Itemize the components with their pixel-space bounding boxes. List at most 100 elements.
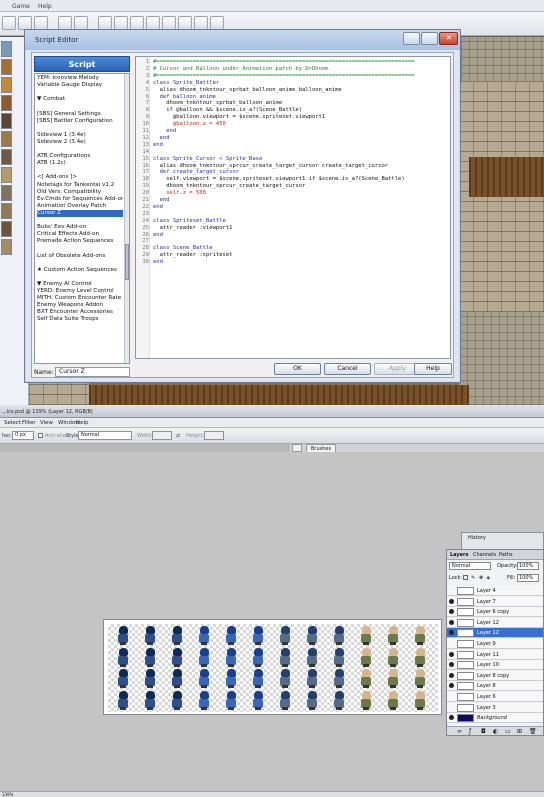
code-editor[interactable]: 1 #======================================… [135, 56, 451, 359]
swap-icon[interactable]: ⇄ [176, 433, 180, 439]
document-canvas[interactable] [103, 619, 442, 715]
toolbar-button[interactable] [98, 16, 112, 30]
link-icon[interactable]: ∞ [457, 728, 462, 735]
script-list-item[interactable]: [SBS] General Settings [37, 111, 123, 118]
group-icon[interactable]: ▭ [505, 728, 511, 735]
tab-channels[interactable]: Channels [473, 552, 496, 558]
script-list-item[interactable]: List of Obsolete Add-ons [37, 253, 123, 260]
script-list-item[interactable]: MITH: Custom Encounter Rate [37, 295, 123, 302]
toolbar-button[interactable] [178, 16, 192, 30]
zoom-readout[interactable]: 139% [2, 792, 13, 797]
script-list-item[interactable] [37, 146, 123, 153]
ps-menu-view[interactable]: View [40, 420, 53, 426]
tileset-thumb[interactable] [1, 131, 12, 147]
ps-menu-select[interactable]: Select [4, 420, 21, 426]
script-list-item[interactable]: YERD: Enemy Level Control [37, 288, 123, 295]
visibility-eye-icon[interactable] [449, 609, 454, 615]
cancel-button[interactable]: Cancel [324, 363, 371, 375]
script-list-item[interactable]: ▼ Enemy AI Control [37, 281, 123, 288]
script-list-item[interactable] [37, 217, 123, 224]
toolbar-button[interactable] [58, 16, 72, 30]
tileset-thumb[interactable] [1, 203, 12, 219]
visibility-eye-icon[interactable] [449, 705, 454, 710]
script-list-item[interactable] [37, 167, 123, 174]
tileset-thumb[interactable] [1, 95, 12, 111]
toolbar-button[interactable] [114, 16, 128, 30]
script-list-item[interactable]: Animation Overlay Patch [37, 203, 123, 210]
script-list-item[interactable]: YEM: Iconview Melody [37, 75, 123, 82]
visibility-eye-icon[interactable] [449, 619, 454, 625]
toolbar-button[interactable] [162, 16, 176, 30]
ps-menu-filter[interactable]: Filter [22, 420, 36, 426]
visibility-eye-icon[interactable] [449, 694, 454, 699]
layer-row[interactable]: Layer 10 [447, 660, 543, 671]
ok-button[interactable]: OK [274, 363, 321, 375]
script-list-item[interactable]: Notetags for Tankentai v1.2 [37, 182, 123, 189]
layer-row[interactable]: Layer 12 [447, 628, 543, 639]
script-list-scrollbar[interactable] [124, 74, 129, 363]
toolbar-button[interactable] [18, 16, 32, 30]
script-list-item[interactable] [37, 103, 123, 110]
close-button[interactable]: ✕ [439, 32, 458, 45]
mask-icon[interactable]: ◘ [481, 728, 486, 735]
toolbar-button[interactable] [74, 16, 88, 30]
script-list-item[interactable] [37, 89, 123, 96]
tileset-thumb[interactable] [1, 77, 12, 93]
height-input[interactable] [204, 431, 224, 440]
script-list-item[interactable]: Premade Action Sequences [37, 238, 123, 245]
brush-icon[interactable] [292, 444, 302, 452]
fx-icon[interactable]: ƒ [469, 728, 471, 735]
tileset-thumb[interactable] [1, 167, 12, 183]
toolbar-button[interactable] [146, 16, 160, 30]
toolbar-button[interactable] [2, 16, 16, 30]
layer-row[interactable]: Layer 12 [447, 617, 543, 628]
tab-paths[interactable]: Paths [499, 552, 513, 558]
layer-row[interactable]: Layer 3 [447, 702, 543, 713]
script-list-item[interactable]: ATB Configurations [37, 153, 123, 160]
ps-menu-help[interactable]: Help [76, 420, 89, 426]
script-list-item[interactable]: ATB (1.2c) [37, 160, 123, 167]
layer-row[interactable]: Layer 8 copy [447, 670, 543, 681]
visibility-eye-icon[interactable] [449, 630, 454, 636]
script-list[interactable]: YEM: Iconview Melody Variable Gauge Displ… [34, 73, 130, 364]
script-list-item[interactable] [37, 260, 123, 267]
layer-row[interactable]: Layer 11 [447, 649, 543, 660]
adjustment-icon[interactable]: ◐ [493, 728, 498, 735]
menu-game[interactable]: Game [12, 3, 30, 10]
visibility-eye-icon[interactable] [449, 662, 454, 668]
script-list-item[interactable]: ★ Custom Action Sequences [37, 267, 123, 274]
visibility-eye-icon[interactable] [449, 641, 454, 646]
tileset-thumb[interactable] [1, 239, 12, 255]
script-list-item[interactable]: Old Vers. Compatibility [37, 189, 123, 196]
script-list-item[interactable] [37, 125, 123, 132]
tileset-thumb[interactable] [1, 59, 12, 75]
scrollbar-thumb[interactable] [125, 244, 129, 280]
feather-input[interactable]: 0 px [12, 431, 34, 440]
lock-position-icon[interactable]: ✥ [479, 575, 483, 581]
visibility-eye-icon[interactable] [449, 598, 454, 604]
layer-row[interactable]: Layer 9 [447, 639, 543, 649]
layer-list[interactable]: Layer 4 Layer 7 Layer 6 copy Layer 12 Layer … [447, 586, 543, 724]
maximize-button[interactable] [421, 32, 438, 45]
script-list-item[interactable]: Sideview 1 (3.4e) [37, 132, 123, 139]
window-titlebar[interactable]: Script Editor ✕ [25, 30, 460, 50]
tileset-thumb[interactable] [1, 221, 12, 237]
script-list-item[interactable]: [SBS] Battler Configuration [37, 118, 123, 125]
visibility-eye-icon[interactable] [449, 588, 454, 593]
script-list-item[interactable]: Ev.Cmds for Sequences Add-on [37, 196, 123, 203]
trash-icon[interactable]: 🗑︎ [529, 728, 537, 735]
script-list-item[interactable]: Enemy Weapons Addon [37, 302, 123, 309]
toolbar-button[interactable] [210, 16, 224, 30]
script-list-item[interactable]: <[ Add-ons ]> [37, 174, 123, 181]
layer-row[interactable]: Layer 6 [447, 692, 543, 702]
script-list-item[interactable]: Cursor Z [37, 209, 123, 217]
tab-layers[interactable]: Layers [450, 552, 469, 558]
name-input[interactable]: Cursor Z [55, 367, 130, 377]
script-list-item[interactable]: ▼ Combat [37, 96, 123, 103]
style-select[interactable]: Normal [78, 431, 132, 440]
visibility-eye-icon[interactable] [449, 715, 454, 721]
toolbar-button[interactable] [34, 16, 48, 30]
opacity-input[interactable]: 100% [517, 562, 539, 570]
visibility-eye-icon[interactable] [449, 672, 454, 678]
blend-mode-select[interactable]: Normal [449, 562, 491, 570]
